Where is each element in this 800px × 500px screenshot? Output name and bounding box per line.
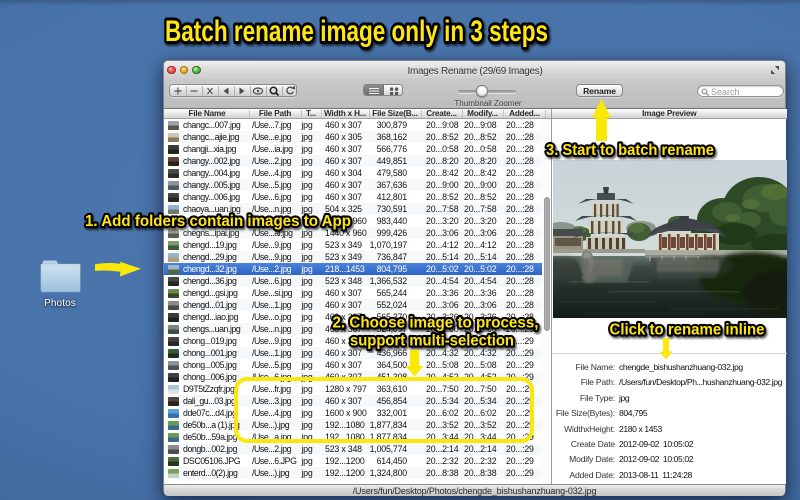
svg-text:Batch rename image only in 3 s: Batch rename image only in 3 steps <box>165 15 548 48</box>
